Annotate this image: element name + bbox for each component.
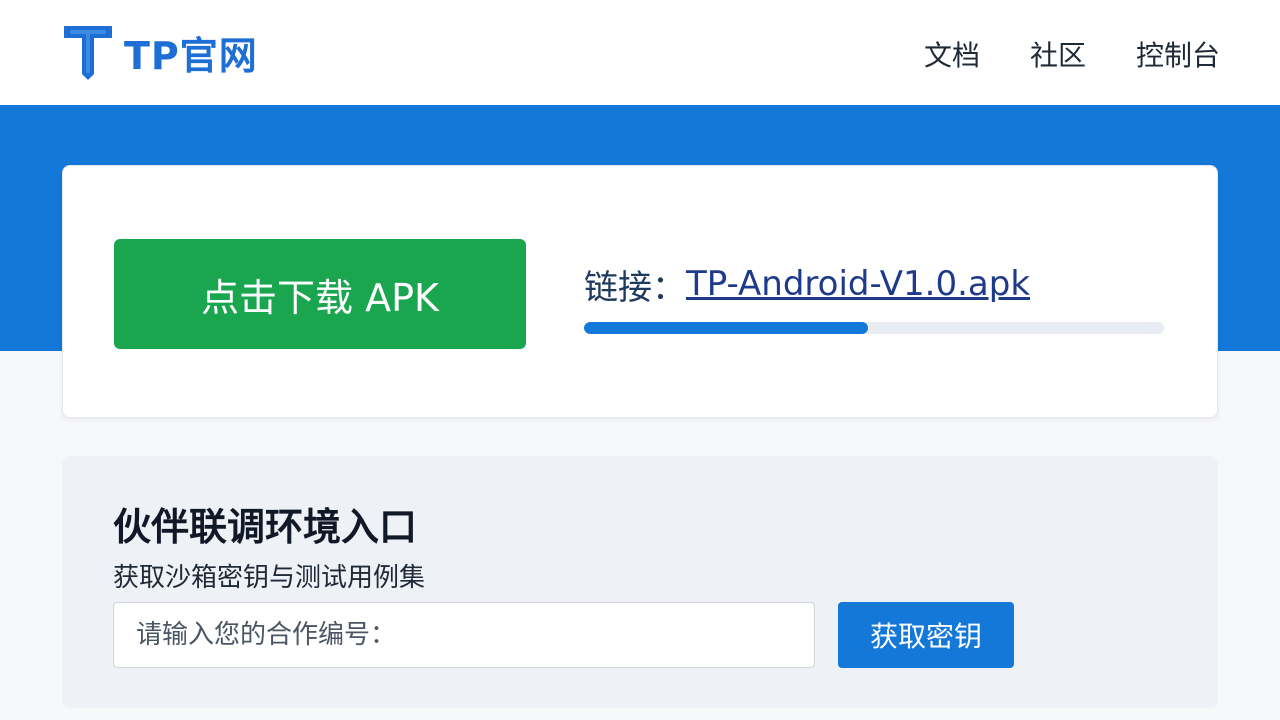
partner-section-subtitle: 获取沙箱密钥与测试用例集 xyxy=(113,563,426,593)
download-progress-bar xyxy=(584,322,1164,334)
download-card: 点击下载 APK 链接： TP-Android-V1.0.apk xyxy=(62,165,1218,418)
download-progress-fill xyxy=(584,322,869,334)
partner-section: 伙伴联调环境入口 获取沙箱密钥与测试用例集 获取密钥 xyxy=(62,456,1218,708)
link-prefix-label: 链接： xyxy=(584,267,686,308)
download-apk-button[interactable]: 点击下载 APK xyxy=(114,239,526,349)
download-link-row: 链接： TP-Android-V1.0.apk xyxy=(584,262,1030,308)
tp-logo-icon xyxy=(64,26,112,80)
get-key-button[interactable]: 获取密钥 xyxy=(838,602,1014,668)
nav-community-link[interactable]: 社区 xyxy=(1030,34,1086,74)
site-header: TP官网 文档 社区 控制台 xyxy=(0,0,1280,105)
logo[interactable]: TP官网 xyxy=(62,22,258,82)
top-nav: 文档 社区 控制台 xyxy=(924,32,1220,76)
apk-download-link[interactable]: TP-Android-V1.0.apk xyxy=(686,264,1030,304)
partner-section-title: 伙伴联调环境入口 xyxy=(113,505,418,549)
nav-docs-link[interactable]: 文档 xyxy=(924,34,980,74)
logo-text: TP官网 xyxy=(124,33,258,78)
nav-console-link[interactable]: 控制台 xyxy=(1136,34,1220,74)
partner-id-input[interactable] xyxy=(113,602,815,668)
